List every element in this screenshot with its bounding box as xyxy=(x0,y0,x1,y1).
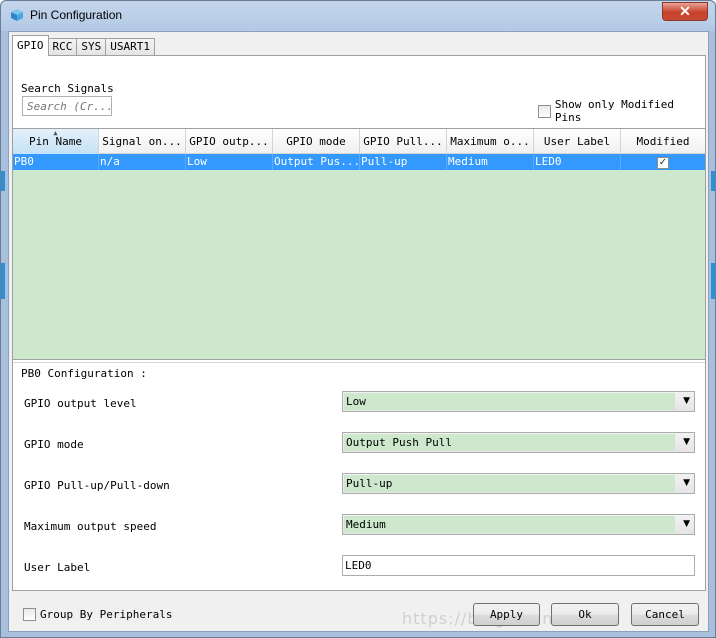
config-title: PB0 Configuration : xyxy=(21,367,150,380)
column-modified[interactable]: Modified xyxy=(621,129,705,154)
group-by-peripherals-checkbox[interactable] xyxy=(23,608,36,621)
gpio-tab-panel: Search Signals Show only Modified Pins ▲… xyxy=(12,55,706,591)
cell-label: LED0 xyxy=(534,154,621,170)
column-pin-name[interactable]: ▲ Pin Name xyxy=(13,129,99,154)
group-by-peripherals-label: Group By Peripherals xyxy=(40,608,173,621)
left-resize-handle-2[interactable] xyxy=(1,263,5,299)
right-resize-handle[interactable] xyxy=(711,171,715,191)
tab-sys[interactable]: SYS xyxy=(76,38,107,56)
output-level-value: Low xyxy=(344,393,675,410)
apply-button[interactable]: Apply xyxy=(473,603,540,626)
cell-speed: Medium xyxy=(447,154,534,170)
max-speed-select[interactable]: Medium ▼ xyxy=(342,514,695,535)
pin-configuration-window: Pin Configuration ✕ GPIO RCC SYS USART1 … xyxy=(0,0,716,638)
gpio-mode-label: GPIO mode xyxy=(24,438,84,451)
tab-rcc[interactable]: RCC xyxy=(47,38,78,56)
output-level-label: GPIO output level xyxy=(24,397,137,410)
tab-bar: GPIO RCC SYS USART1 xyxy=(12,35,155,56)
tab-gpio[interactable]: GPIO xyxy=(12,35,49,56)
title-bar[interactable]: Pin Configuration ✕ xyxy=(1,1,715,31)
pull-label: GPIO Pull-up/Pull-down xyxy=(24,479,170,492)
sort-ascending-icon: ▲ xyxy=(53,129,58,137)
output-level-select[interactable]: Low ▼ xyxy=(342,391,695,412)
dropdown-arrow-icon: ▼ xyxy=(683,519,690,529)
gpio-mode-select[interactable]: Output Push Pull ▼ xyxy=(342,432,695,453)
cell-signal: n/a xyxy=(99,154,186,170)
right-resize-handle-2[interactable] xyxy=(711,263,715,299)
show-modified-label: Show only Modified Pins xyxy=(554,98,675,124)
cell-modified: ✓ xyxy=(621,154,705,170)
column-max-speed[interactable]: Maximum o... xyxy=(447,129,534,154)
dropdown-arrow-icon: ▼ xyxy=(683,478,690,488)
cell-pin: PB0 xyxy=(13,154,99,170)
dialog-client: GPIO RCC SYS USART1 Search Signals Show … xyxy=(8,31,709,632)
cell-mode: Output Pus... xyxy=(274,154,360,170)
column-gpio-pull[interactable]: GPIO Pull... xyxy=(360,129,447,154)
column-gpio-output[interactable]: GPIO outp... xyxy=(186,129,273,154)
window-title: Pin Configuration xyxy=(30,8,123,22)
tab-usart1[interactable]: USART1 xyxy=(105,38,155,56)
user-label-input[interactable]: LED0 xyxy=(342,555,695,576)
left-resize-handle[interactable] xyxy=(1,171,5,191)
app-cube-icon xyxy=(11,9,23,21)
search-input[interactable] xyxy=(22,96,112,116)
pull-select[interactable]: Pull-up ▼ xyxy=(342,473,695,494)
pin-table: ▲ Pin Name Signal on... GPIO outp... GPI… xyxy=(13,128,705,360)
cell-pull: Pull-up xyxy=(360,154,447,170)
column-user-label[interactable]: User Label xyxy=(534,129,621,154)
max-speed-label: Maximum output speed xyxy=(24,520,157,533)
table-row[interactable]: PB0 n/a Low Output Pus... Pull-up Medium… xyxy=(13,154,705,170)
modified-checkbox[interactable]: ✓ xyxy=(657,157,669,169)
max-speed-value: Medium xyxy=(344,516,675,533)
ok-button[interactable]: Ok xyxy=(551,603,619,626)
column-signal[interactable]: Signal on... xyxy=(99,129,186,154)
pull-value: Pull-up xyxy=(344,475,675,492)
table-header: ▲ Pin Name Signal on... GPIO outp... GPI… xyxy=(13,129,705,154)
user-label-label: User Label xyxy=(24,561,91,574)
search-signals-label: Search Signals xyxy=(21,82,114,95)
cancel-button[interactable]: Cancel xyxy=(631,603,699,626)
gpio-mode-value: Output Push Pull xyxy=(344,434,675,451)
show-modified-checkbox[interactable] xyxy=(538,104,551,118)
dropdown-arrow-icon: ▼ xyxy=(683,396,690,406)
pin-config-group: PB0 Configuration : GPIO output level Lo… xyxy=(13,362,705,588)
group-by-peripherals[interactable]: Group By Peripherals xyxy=(23,608,172,621)
show-modified-filter[interactable]: Show only Modified Pins xyxy=(538,98,705,124)
cell-output: Low xyxy=(186,154,273,170)
column-gpio-mode[interactable]: GPIO mode xyxy=(273,129,360,154)
close-button[interactable]: ✕ xyxy=(662,2,708,21)
dropdown-arrow-icon: ▼ xyxy=(683,437,690,447)
